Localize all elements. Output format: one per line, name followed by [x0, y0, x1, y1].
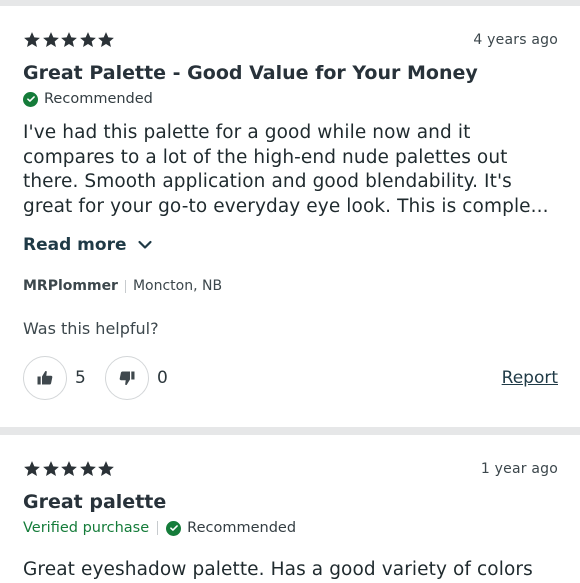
star-icon: [60, 31, 78, 49]
check-circle-icon: [166, 520, 182, 536]
star-rating: [23, 460, 116, 478]
chevron-down-icon: [137, 237, 153, 253]
review-body: Great eyeshadow palette. Has a good vari…: [23, 559, 533, 580]
recommended-badge: Recommended: [187, 520, 297, 536]
star-icon: [42, 460, 60, 478]
thumbs-down-icon: [117, 368, 137, 388]
rating-row: 4 years ago: [23, 26, 558, 54]
section-divider: [0, 427, 580, 435]
section-divider: [0, 0, 580, 6]
thumbs-down-button[interactable]: [105, 356, 149, 400]
helpful-question: Was this helpful?: [23, 319, 159, 338]
star-icon: [79, 31, 97, 49]
thumbs-up-icon: [35, 368, 55, 388]
check-circle-icon: [23, 91, 38, 107]
review-title: Great Palette - Good Value for Your Mone…: [23, 62, 478, 84]
helpful-no-count: 0: [157, 368, 168, 388]
read-more-label: Read more: [23, 235, 127, 255]
review-badges: Recommended: [23, 89, 558, 109]
author-location: Moncton, NB: [132, 278, 223, 294]
review-body: I've had this palette for a good while n…: [23, 122, 549, 217]
review-card: 4 years ago Great Palette - Good Value f…: [23, 26, 558, 401]
author-info: MRPlommer Moncton, NB: [23, 277, 558, 295]
verified-purchase-badge: Verified purchase: [23, 520, 150, 536]
star-icon: [97, 31, 115, 49]
review-date: 1 year ago: [480, 461, 558, 477]
review-date: 4 years ago: [473, 32, 558, 48]
thumbs-up-button[interactable]: [23, 356, 67, 400]
helpful-yes-count: 5: [75, 368, 86, 388]
rating-row: 1 year ago: [23, 455, 558, 483]
recommended-badge: Recommended: [44, 91, 153, 107]
star-icon: [23, 31, 41, 49]
star-icon: [79, 460, 97, 478]
review-title: Great palette: [23, 491, 167, 513]
divider: [124, 279, 126, 293]
read-more-button[interactable]: Read more: [23, 233, 558, 257]
star-icon: [97, 460, 115, 478]
author-name: MRPlommer: [23, 278, 118, 294]
helpful-vote-row: 5 0 Report: [23, 355, 558, 401]
report-link[interactable]: Report: [502, 368, 558, 388]
star-icon: [42, 31, 60, 49]
review-badges: Verified purchase Recommended: [23, 518, 558, 538]
review-card: 1 year ago Great palette Verified purcha…: [23, 455, 558, 583]
divider: [157, 521, 159, 535]
star-rating: [23, 31, 116, 49]
star-icon: [60, 460, 78, 478]
star-icon: [23, 460, 41, 478]
